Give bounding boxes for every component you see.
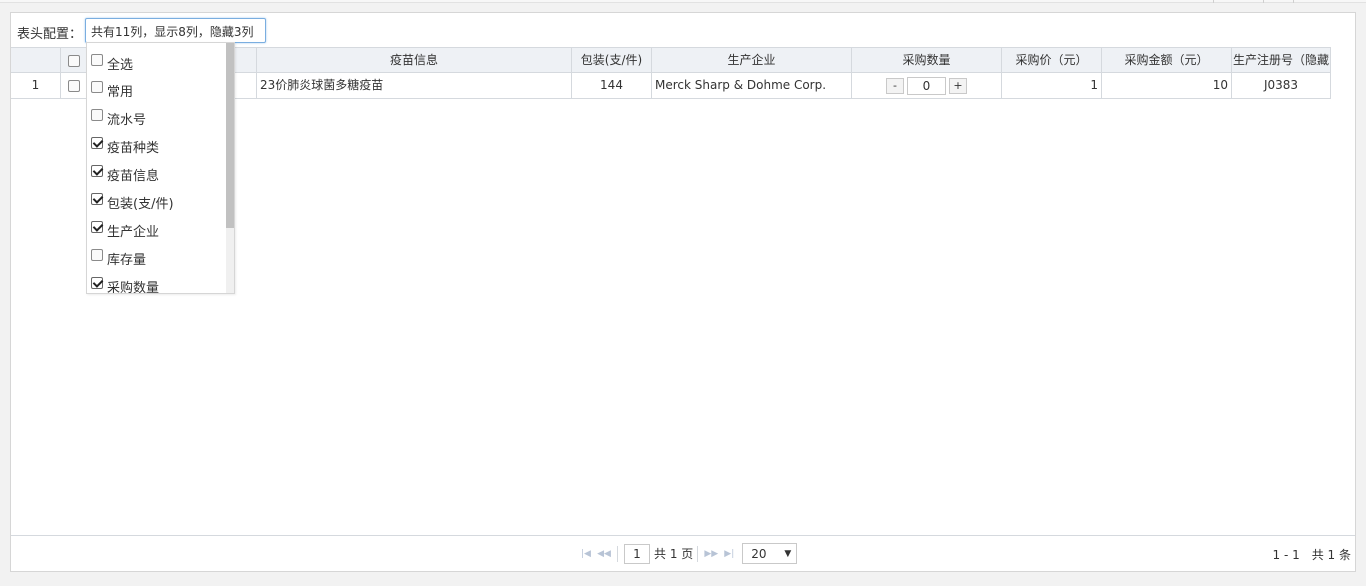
column-option-label: 常用 xyxy=(107,84,134,100)
header-purchase-qty[interactable]: 采购数量 xyxy=(852,48,1002,73)
header-select-all-checkbox[interactable] xyxy=(67,54,80,67)
cell-purchase-price: 1 xyxy=(1002,73,1102,98)
header-config-input[interactable]: 共有11列，显示8列，隐藏3列 xyxy=(85,18,266,43)
column-option-checkbox[interactable] xyxy=(91,137,103,149)
grid-panel: 表头配置： 共有11列，显示8列，隐藏3列 疫苗种类 疫苗信息 包装(支/件) … xyxy=(10,12,1356,572)
header-reg-no[interactable]: 生产注册号（隐藏 xyxy=(1232,48,1331,73)
row-select-cell[interactable] xyxy=(61,73,87,98)
total-pages-text: 共 1 页 xyxy=(654,547,694,561)
column-option-checkbox[interactable] xyxy=(91,54,103,66)
cell-manufacturer: Merck Sharp & Dohme Corp. xyxy=(652,73,852,98)
column-option-checkbox[interactable] xyxy=(91,277,103,289)
first-page-icon[interactable]: |◀ xyxy=(577,549,595,559)
column-option-label: 库存量 xyxy=(107,252,147,268)
table-footer: |◀ ◀◀ 1 共 1 页 ▶▶ ▶| 20 ▼ 1 - 1 共 1 条 xyxy=(11,535,1355,571)
column-option-serial[interactable]: 流水号 xyxy=(91,108,146,128)
pager-divider xyxy=(697,545,699,562)
header-vaccine-info[interactable]: 疫苗信息 xyxy=(257,48,572,73)
pager-divider xyxy=(617,545,618,562)
quantity-stepper[interactable]: - 0 + xyxy=(886,74,967,99)
prev-page-icon[interactable]: ◀◀ xyxy=(595,549,613,559)
page-size-value: 20 xyxy=(751,546,767,561)
column-option-checkbox[interactable] xyxy=(91,165,103,177)
top-strip xyxy=(0,0,1366,3)
column-option-common[interactable]: 常用 xyxy=(91,80,133,100)
chevron-down-icon: ▼ xyxy=(784,548,792,559)
column-option-checkbox[interactable] xyxy=(91,221,103,233)
page-number-input[interactable]: 1 xyxy=(624,543,650,564)
column-option-checkbox[interactable] xyxy=(91,81,103,93)
column-option-label: 疫苗信息 xyxy=(107,168,160,184)
column-option-select-all[interactable]: 全选 xyxy=(91,53,133,73)
column-option-label: 全选 xyxy=(107,57,134,73)
column-option-checkbox[interactable] xyxy=(91,109,103,121)
page-size-select[interactable]: 20 ▼ xyxy=(742,543,798,564)
header-packaging[interactable]: 包装(支/件) xyxy=(572,48,652,73)
row-select-checkbox[interactable] xyxy=(67,79,80,92)
next-page-icon[interactable]: ▶▶ xyxy=(702,549,720,559)
pagination: |◀ ◀◀ 1 共 1 页 ▶▶ ▶| 20 ▼ xyxy=(577,543,798,564)
header-index-cell xyxy=(11,48,61,73)
qty-minus-button[interactable]: - xyxy=(886,78,904,94)
column-option-manufacturer[interactable]: 生产企业 xyxy=(91,220,159,240)
row-index: 1 xyxy=(11,73,61,98)
column-option-label: 包装(支/件) xyxy=(107,196,174,212)
column-option-stock[interactable]: 库存量 xyxy=(91,248,146,268)
column-config-dropdown[interactable]: 全选 常用 流水号 疫苗种类 疫苗信息 包装(支/件) 生产企业 库存量 采购数… xyxy=(86,42,235,294)
header-select-all-cell[interactable] xyxy=(61,48,87,73)
cell-vaccine-info: 23价肺炎球菌多糖疫苗 xyxy=(257,73,572,98)
dropdown-scrollbar-thumb[interactable] xyxy=(226,43,234,228)
column-option-vaccine-type[interactable]: 疫苗种类 xyxy=(91,136,159,156)
record-range-info: 1 - 1 共 1 条 xyxy=(1272,548,1352,562)
header-purchase-amount[interactable]: 采购金额（元） xyxy=(1102,48,1232,73)
cell-purchase-qty: - 0 + xyxy=(852,73,1002,98)
cell-purchase-amount: 10 xyxy=(1102,73,1232,98)
column-option-label: 疫苗种类 xyxy=(107,140,160,156)
header-config-label: 表头配置： xyxy=(17,27,83,42)
last-page-icon[interactable]: ▶| xyxy=(720,549,738,559)
header-purchase-price[interactable]: 采购价（元） xyxy=(1002,48,1102,73)
cell-reg-no: J0383 xyxy=(1232,73,1331,98)
qty-value-input[interactable]: 0 xyxy=(907,77,946,95)
column-option-checkbox[interactable] xyxy=(91,249,103,261)
column-option-label: 生产企业 xyxy=(107,224,160,240)
column-option-checkbox[interactable] xyxy=(91,193,103,205)
column-option-packaging[interactable]: 包装(支/件) xyxy=(91,192,174,212)
column-option-vaccine-info[interactable]: 疫苗信息 xyxy=(91,164,159,184)
column-option-label: 流水号 xyxy=(107,112,147,128)
column-option-label: 采购数量 xyxy=(107,280,160,294)
column-option-purchase-qty[interactable]: 采购数量 xyxy=(91,276,160,294)
header-manufacturer[interactable]: 生产企业 xyxy=(652,48,852,73)
cell-packaging: 144 xyxy=(572,73,652,98)
qty-plus-button[interactable]: + xyxy=(949,78,967,94)
